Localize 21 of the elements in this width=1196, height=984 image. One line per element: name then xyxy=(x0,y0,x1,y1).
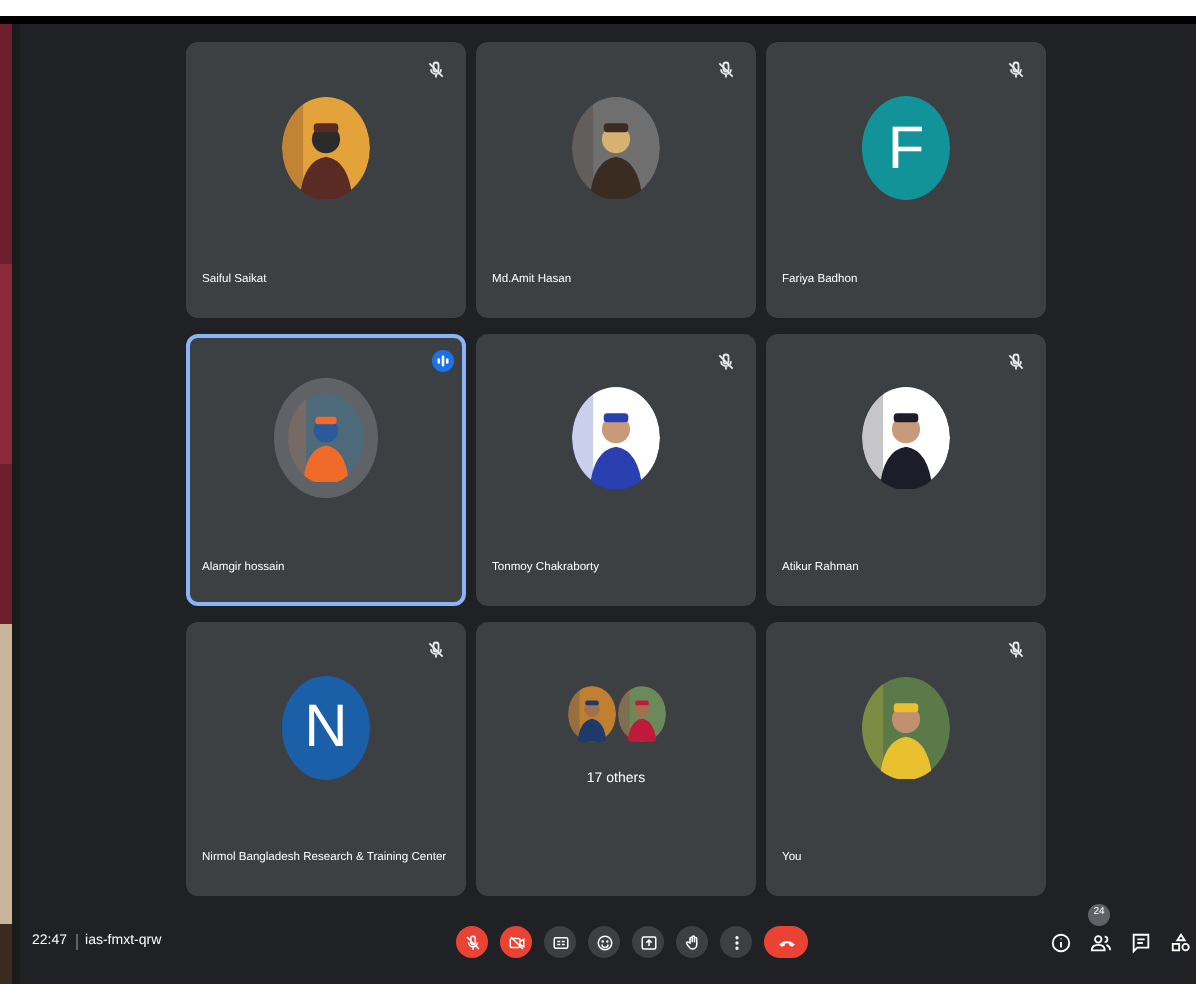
avatar-letter: F xyxy=(862,96,950,200)
present-button[interactable] xyxy=(632,926,664,958)
people-icon[interactable] xyxy=(1090,931,1112,953)
raise-hand-button[interactable] xyxy=(676,926,708,958)
camera-button[interactable] xyxy=(500,926,532,958)
chat-icon[interactable] xyxy=(1130,931,1152,953)
emoji-button[interactable] xyxy=(588,926,620,958)
emoji-icon xyxy=(595,933,613,951)
microphone-button[interactable] xyxy=(456,926,488,958)
speaking-indicator-icon xyxy=(432,350,454,372)
more-options-button[interactable] xyxy=(720,926,752,958)
camera-off-icon xyxy=(507,933,525,951)
info-icon[interactable] xyxy=(1050,931,1072,953)
avatar-letter: N xyxy=(282,675,370,779)
captions-icon xyxy=(551,933,569,951)
captions-button[interactable] xyxy=(544,926,576,958)
mic-off-icon xyxy=(463,933,481,951)
present-icon xyxy=(639,933,657,951)
shapes-icon[interactable] xyxy=(1170,931,1192,953)
hand-icon xyxy=(683,933,701,951)
leave-call-button[interactable] xyxy=(764,926,808,958)
